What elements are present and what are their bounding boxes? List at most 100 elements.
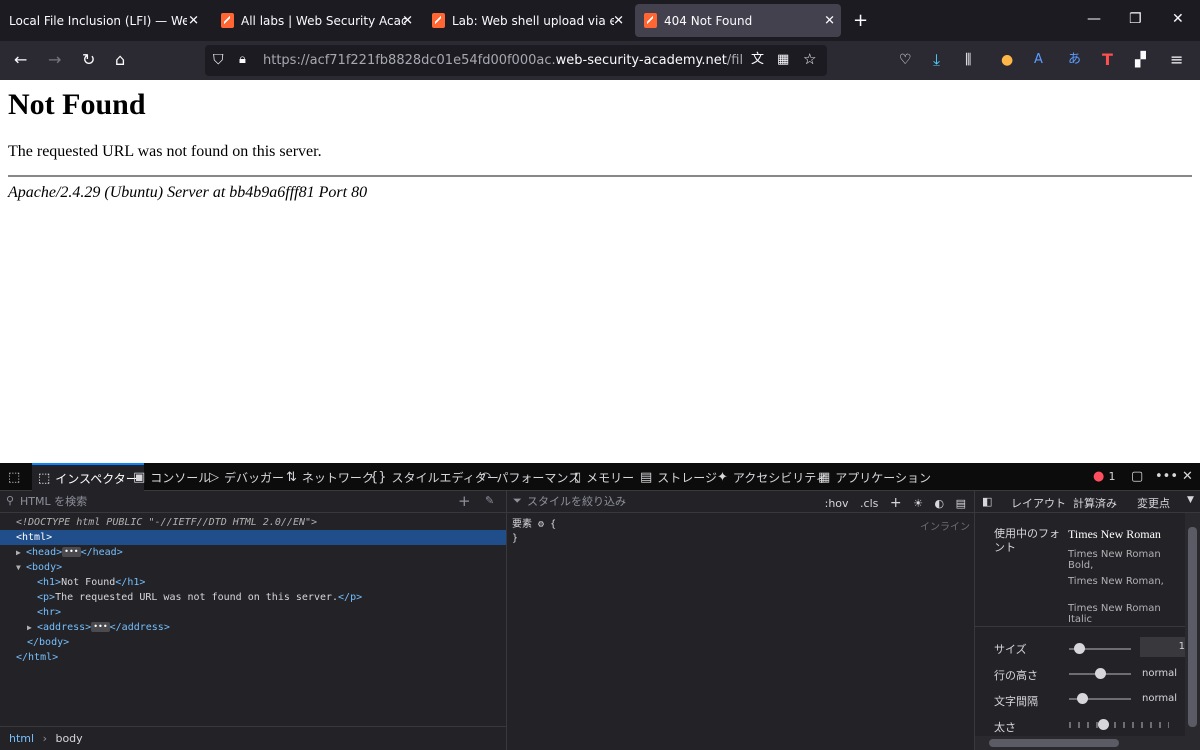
page-message: The requested URL was not found on this … [8, 143, 322, 160]
extension-translate-icon[interactable]: A [1034, 51, 1043, 69]
divider [8, 175, 1192, 177]
letter-spacing-slider[interactable] [1069, 693, 1131, 704]
html-search-input[interactable] [20, 493, 440, 510]
dock-icon[interactable]: ▢ [1131, 469, 1143, 484]
extension-localcdn-icon[interactable]: ● [1001, 51, 1013, 69]
pocket-icon[interactable]: ♡ [899, 51, 912, 69]
tab-all-labs[interactable]: All labs | Web Security Academy ✕ [212, 0, 419, 41]
tab-application[interactable]: ▦ アプリケーション [818, 463, 931, 491]
dom-node-html-close[interactable]: </html> [0, 650, 506, 665]
tab-storage[interactable]: ▤ ストレージ [640, 463, 717, 491]
tab-performance[interactable]: ◠ パフォーマンス [480, 463, 580, 491]
dom-node-address[interactable]: ▶ <address> ••• </address> [0, 620, 506, 635]
library-icon[interactable]: ⫼ [965, 51, 971, 69]
inspector-icon: ⬚ [38, 470, 51, 486]
element-picker-icon[interactable]: ⬚ [8, 463, 30, 491]
breadcrumb-html[interactable]: html [9, 732, 34, 745]
nav-bar: ← → ↻ ⌂ ⛉ 🔒︎ https://acf71f221fb8828dc01… [0, 41, 1200, 80]
debugger-icon: ▷ [209, 469, 219, 485]
add-node-icon[interactable]: + [458, 492, 471, 510]
expand-icon[interactable]: ▶ [16, 545, 26, 560]
url-bar[interactable]: ⛉ 🔒︎ https://acf71f221fb8828dc01e54fd00f… [205, 45, 827, 76]
download-icon[interactable]: ⤓ [933, 51, 940, 69]
tab-changes[interactable]: 変更点 [1137, 495, 1170, 511]
search-icon: ⚲ [6, 494, 15, 507]
print-media-icon[interactable]: ▤ [956, 497, 966, 510]
qr-code-icon[interactable]: ▦ [777, 51, 789, 69]
new-tab-icon[interactable]: + [853, 10, 868, 31]
translate-icon[interactable]: 文 [751, 51, 764, 69]
dom-node-body-close[interactable]: </body> [0, 635, 506, 650]
markup-view: ⚲ + ✎ <!DOCTYPE html PUBLIC "-//IETF//DT… [0, 491, 507, 750]
eyedropper-icon[interactable]: ✎ [485, 494, 494, 507]
close-icon[interactable]: ✕ [824, 13, 835, 28]
tab-network[interactable]: ⇅ ネットワーク [286, 463, 374, 491]
tab-404[interactable]: 404 Not Found ✕ [635, 4, 841, 37]
url-text[interactable]: https://acf71f221fb8828dc01e54fd00f000ac… [263, 53, 743, 68]
reload-icon[interactable]: ↻ [82, 51, 95, 69]
lab-favicon-icon [432, 13, 445, 28]
close-icon[interactable]: ✕ [613, 13, 624, 28]
dom-node-body[interactable]: ▼ <body> [0, 560, 506, 575]
size-input[interactable]: 1 [1140, 637, 1185, 657]
extensions-icon[interactable]: ▞ [1135, 51, 1146, 69]
window-close-icon[interactable]: ✕ [1172, 11, 1184, 27]
weight-slider[interactable] [1069, 719, 1169, 730]
breadcrumb-body[interactable]: body [55, 732, 82, 745]
cls-button[interactable]: .cls [860, 497, 878, 510]
size-slider[interactable] [1069, 643, 1131, 654]
dom-node-p[interactable]: <p>The requested URL was not found on th… [0, 590, 506, 605]
sidebar-view: ◧ レイアウト 計算済み 変更点 ▼ 使用中のフォント Times New Ro… [975, 491, 1200, 750]
home-icon[interactable]: ⌂ [115, 51, 125, 69]
light-scheme-icon[interactable]: ☀ [913, 497, 923, 510]
devtools-close-icon[interactable]: ✕ [1182, 469, 1193, 484]
tab-console[interactable]: ▣ コンソール [133, 463, 210, 491]
dom-node-hr[interactable]: <hr> [0, 605, 506, 620]
close-icon[interactable]: ✕ [188, 13, 199, 28]
dom-node-head[interactable]: ▶ <head> ••• </head> [0, 545, 506, 560]
vertical-scrollbar[interactable] [1185, 513, 1200, 750]
forward-icon[interactable]: → [48, 51, 61, 69]
line-height-slider[interactable] [1069, 668, 1131, 679]
dark-scheme-icon[interactable]: ◐ [934, 497, 944, 510]
tab-lab-web-shell[interactable]: Lab: Web shell upload via exten ✕ [423, 0, 630, 41]
rule-element[interactable]: 要素 ⚙ {} [512, 518, 556, 546]
tab-memory[interactable]: ▯ メモリー [574, 463, 634, 491]
expand-icon[interactable]: ▶ [27, 620, 37, 635]
collapse-icon[interactable]: ▼ [16, 560, 26, 575]
restore-icon[interactable]: ❐ [1129, 11, 1142, 27]
lock-icon[interactable]: 🔒︎ [239, 51, 246, 69]
extension-t-icon[interactable]: T [1102, 51, 1113, 69]
more-options-icon[interactable]: ••• [1155, 469, 1178, 484]
close-icon[interactable]: ✕ [402, 13, 413, 28]
error-badge[interactable]: ● 1 [1093, 469, 1115, 484]
gear-icon[interactable]: ⚙ [538, 519, 544, 530]
tab-computed[interactable]: 計算済み [1073, 495, 1117, 511]
tab-accessibility[interactable]: ✦ アクセシビリティ [717, 463, 828, 491]
back-icon[interactable]: ← [14, 51, 27, 69]
style-filter-input[interactable] [527, 493, 807, 510]
server-address: Apache/2.4.29 (Ubuntu) Server at bb4b9a6… [8, 184, 368, 201]
lab-favicon-icon [221, 13, 234, 28]
console-icon: ▣ [133, 469, 146, 485]
dom-doctype[interactable]: <!DOCTYPE html PUBLIC "-//IETF//DTD HTML… [0, 515, 506, 530]
chevron-down-icon[interactable]: ▼ [1187, 495, 1194, 505]
prop-line-height-label: 行の高さ [994, 669, 1038, 682]
tab-inspector[interactable]: ⬚ インスペクター [32, 463, 144, 491]
dom-node-html[interactable]: <html> [0, 530, 506, 545]
toggle-pane-icon[interactable]: ◧ [982, 495, 992, 508]
tab-layout[interactable]: レイアウト [1011, 495, 1066, 511]
prop-weight-label: 太さ [994, 721, 1016, 734]
page-heading: Not Found [8, 88, 146, 121]
minimize-icon[interactable]: — [1087, 11, 1101, 27]
tab-debugger[interactable]: ▷ デバッガー [209, 463, 284, 491]
hov-button[interactable]: :hov [825, 497, 849, 510]
shield-icon[interactable]: ⛉ [213, 51, 224, 69]
bookmark-star-icon[interactable]: ☆ [803, 50, 816, 68]
extension-translate-2-icon[interactable]: あ [1068, 51, 1081, 69]
menu-icon[interactable]: ≡ [1170, 51, 1183, 69]
tab-lfi[interactable]: Local File Inclusion (LFI) — Web App ✕ [0, 0, 205, 41]
add-rule-icon[interactable]: + [890, 495, 902, 511]
dom-node-h1[interactable]: <h1>Not Found</h1> [0, 575, 506, 590]
horizontal-scrollbar[interactable] [975, 736, 1185, 750]
